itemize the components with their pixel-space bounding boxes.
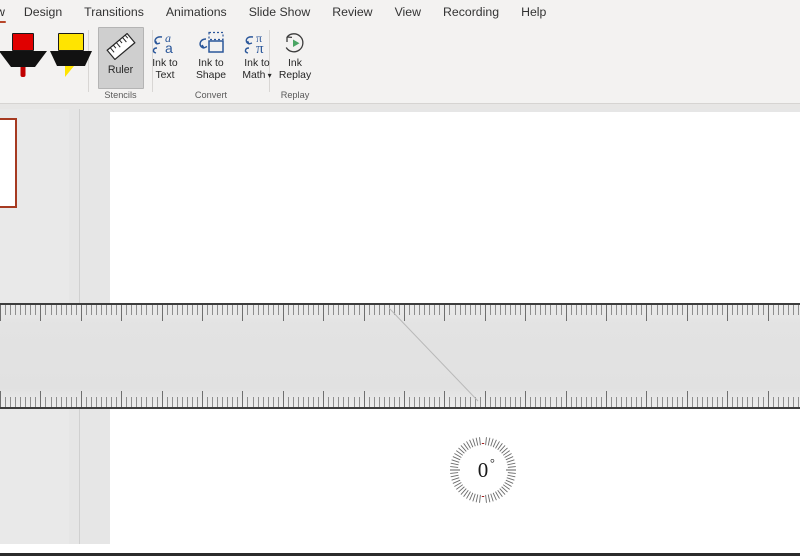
ruler-ticks-bottom — [0, 389, 800, 407]
ruler-rotation-dial[interactable]: 0 ° — [447, 434, 519, 506]
ruler-toggle-button[interactable]: Ruler — [98, 27, 144, 89]
tab-recording-label: Recording — [443, 5, 499, 19]
ruler-ticks-top — [0, 305, 800, 323]
ribbon-group-pens — [0, 25, 88, 103]
ribbon-group-stencils-label: Stencils — [89, 89, 152, 103]
tab-help[interactable]: Help — [510, 0, 557, 25]
svg-text:π: π — [256, 41, 264, 55]
ribbon-group-replay-label: Replay — [270, 89, 320, 103]
ink-to-math-label: Ink to Math ▾ — [242, 58, 271, 82]
tab-design[interactable]: Design — [13, 0, 73, 25]
digital-ruler[interactable] — [0, 303, 800, 409]
ribbon-group-replay: Ink Replay Replay — [270, 25, 320, 103]
pen-red[interactable] — [2, 27, 44, 87]
tab-slide-show-label: Slide Show — [249, 5, 311, 19]
tab-review[interactable]: Review — [321, 0, 383, 25]
ink-replay-label: Ink Replay — [279, 58, 311, 82]
ink-to-shape-label: Ink to Shape — [196, 58, 226, 82]
slide-thumbnail-selected[interactable] — [0, 118, 17, 208]
ink-to-shape-icon — [194, 31, 228, 55]
ink-to-shape-button[interactable]: Ink to Shape — [188, 27, 234, 89]
tab-draw-label: w — [0, 5, 5, 19]
ruler-toggle-label: Ruler — [108, 64, 133, 76]
ink-to-math-icon: π π — [240, 31, 274, 55]
tab-slide-show[interactable]: Slide Show — [238, 0, 322, 25]
ink-replay-button[interactable]: Ink Replay — [272, 27, 318, 89]
tab-review-label: Review — [332, 5, 372, 19]
ribbon-group-pens-label — [0, 89, 88, 103]
svg-text:a: a — [165, 40, 173, 55]
ink-to-text-label: Ink to Text — [152, 58, 177, 82]
status-bar — [0, 544, 800, 553]
tab-animations-label: Animations — [166, 5, 227, 19]
tab-design-label: Design — [24, 5, 62, 19]
highlighter-yellow-icon — [56, 31, 86, 77]
ruler-angle-degree-symbol: ° — [490, 456, 495, 471]
ruler-icon — [106, 33, 136, 60]
pen-red-icon — [8, 31, 38, 77]
ruler-bottom-edge — [0, 407, 800, 409]
tab-transitions-label: Transitions — [84, 5, 144, 19]
ribbon-group-convert-label: Convert — [153, 89, 269, 103]
ink-to-text-icon: a a — [148, 31, 182, 55]
tab-draw[interactable]: w — [0, 0, 13, 25]
tab-view[interactable]: View — [384, 0, 432, 25]
ribbon-body: Ruler Stencils a a — [0, 25, 800, 103]
ruler-angle-value: 0 — [447, 434, 519, 506]
tab-view-label: View — [395, 5, 421, 19]
ribbon-group-convert: a a Ink to Text — [153, 25, 269, 103]
workspace: 0 ° — [0, 109, 800, 553]
tab-help-label: Help — [521, 5, 546, 19]
ink-to-text-button[interactable]: a a Ink to Text — [142, 27, 188, 89]
tab-transitions[interactable]: Transitions — [73, 0, 155, 25]
ribbon-tab-bar: w Design Transitions Animations Slide Sh… — [0, 0, 800, 25]
tab-recording[interactable]: Recording — [432, 0, 510, 25]
highlighter-yellow[interactable] — [50, 27, 92, 87]
tab-animations[interactable]: Animations — [155, 0, 238, 25]
ink-replay-icon — [278, 31, 312, 55]
